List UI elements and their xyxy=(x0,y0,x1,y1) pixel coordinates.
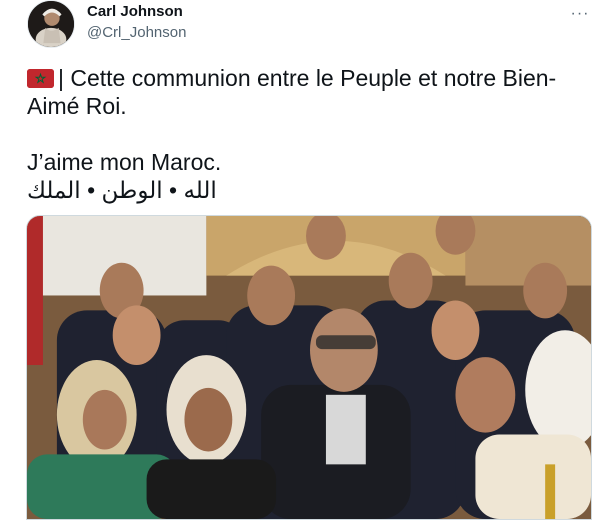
tweet-line-1-text: | Cette communion entre le Peuple et not… xyxy=(58,65,557,91)
tweet-line-1: | Cette communion entre le Peuple et not… xyxy=(27,64,587,92)
more-horizontal-icon: ··· xyxy=(570,5,590,22)
profile-avatar-image xyxy=(28,1,74,47)
more-options-button[interactable]: ··· xyxy=(568,2,592,26)
morocco-flag-icon xyxy=(27,69,54,88)
author-handle[interactable]: @Crl_Johnson xyxy=(87,24,186,41)
tweet-line-3: J’aime mon Maroc. xyxy=(27,149,222,175)
tweet-text: | Cette communion entre le Peuple et not… xyxy=(27,64,587,204)
tweet-arabic-text: الله • الوطن • الملك xyxy=(27,177,217,203)
tweet-line-2: Aimé Roi. xyxy=(27,93,127,119)
tweet-card[interactable]: Carl Johnson @Crl_Johnson ··· | Cette co… xyxy=(0,0,598,520)
photo-scene xyxy=(27,216,591,519)
tweet-line-4: الله • الوطن • الملك xyxy=(27,176,587,204)
author-display-name[interactable]: Carl Johnson xyxy=(87,3,183,20)
tweet-photo[interactable] xyxy=(26,215,592,520)
author-avatar[interactable] xyxy=(27,0,75,48)
